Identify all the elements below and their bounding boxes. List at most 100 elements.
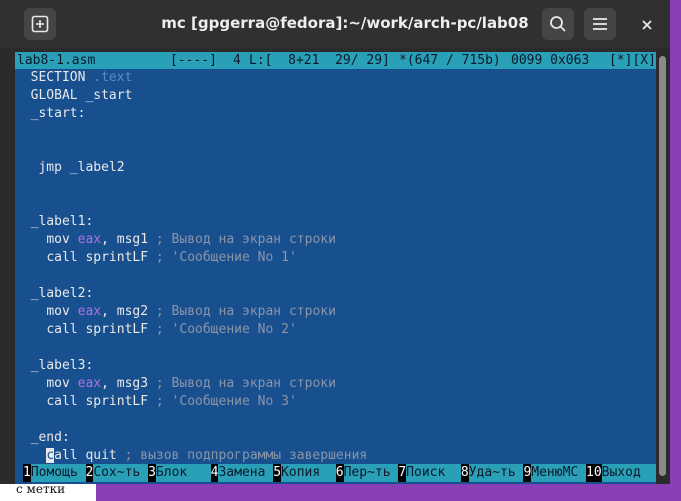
function-key-f6[interactable]: 6 Пер~ть [335,464,399,482]
code-line: _label2: [15,285,94,303]
function-key-number: 7 [398,464,407,482]
function-key-f5[interactable]: 5 Копия [273,464,336,482]
function-key-number: 4 [210,464,219,482]
editor-flags: [*][X] [609,53,656,68]
code-comment: ; 'Сообщение No 1' [155,250,297,265]
mc-editor[interactable]: lab8-1.asm [----] 4 L:[ 8+21 29/ 29] *(6… [15,52,656,484]
editor-mode: [----] [170,53,217,68]
function-key-f7[interactable]: 7 Поиск [398,464,461,482]
editor-line-info: L:[ 8+21 29/ 29] [249,53,390,68]
code-line: call sprintLF ; 'Сообщение No 1' [15,249,297,267]
function-key-f1[interactable]: 1 Помощь [23,464,86,482]
function-key-f4[interactable]: 4 Замена [210,464,274,482]
code-token: call sprintLF [46,394,156,409]
code-comment: ; Вывод на экран строки [155,304,336,319]
function-key-label: Поиск [406,464,461,482]
function-key-f2[interactable]: 2 Сох~ть [85,464,149,482]
code-line: _label3: [15,357,94,375]
code-comment: ; Вывод на экран строки [155,232,336,247]
text-cursor: c [46,448,55,463]
editor-column: 4 [233,53,241,68]
code-line: GLOBAL _start [15,87,133,105]
function-key-label: Уда~ть [468,464,524,482]
code-line: _label1: [15,213,94,231]
function-key-f10[interactable]: 10 Выход [586,464,656,482]
code-comment: ; 'Сообщение No 3' [155,394,297,409]
code-token: call sprintLF [46,250,156,265]
desktop-background [96,484,681,501]
scrollbar-thumb[interactable] [659,56,666,476]
code-token: _label2: [30,286,94,301]
function-key-label: Пер~ть [343,464,399,482]
code-token: _end: [30,430,70,445]
function-key-number: 9 [523,464,532,482]
code-token: GLOBAL _start [30,88,133,103]
search-button[interactable] [542,8,574,40]
function-key-number: 10 [586,464,602,482]
function-key-f8[interactable]: 8 Уда~ть [460,464,524,482]
function-key-f9[interactable]: 9 МенюMC [523,464,587,482]
function-key-number: 3 [148,464,156,482]
function-key-number: 2 [85,464,94,482]
close-button[interactable] [638,16,656,34]
code-line: call sprintLF ; 'Сообщение No 3' [15,393,297,411]
code-token: mov [46,232,78,247]
menu-button[interactable] [584,8,616,40]
function-key-number: 5 [273,464,282,482]
code-line: jmp _label2 [15,159,125,177]
code-line: mov eax, msg2 ; Вывод на экран строки [15,303,336,321]
function-key-label: Копия [281,464,336,482]
code-keyword: eax [77,376,102,391]
new-tab-icon [31,15,49,33]
code-token: SECTION [30,70,94,85]
code-comment: ; Вывод на экран строки [155,376,336,391]
editor-status-line: lab8-1.asm [----] 4 L:[ 8+21 29/ 29] *(6… [15,52,656,69]
terminal-window: mc [gpgerra@fedora]:~/work/arch-pc/lab08… [0,0,670,484]
title-bar: mc [gpgerra@fedora]:~/work/arch-pc/lab08 [0,0,670,48]
function-key-f3[interactable]: 3 Блок [148,464,211,482]
close-icon [642,20,652,30]
window-title: mc [gpgerra@fedora]:~/work/arch-pc/lab08 [161,14,529,32]
scrollbar[interactable] [656,52,670,484]
code-line: _end: [15,429,70,447]
code-line: call quit ; вызов подпрограммы завершени… [15,447,367,465]
code-token: , msg1 [101,232,156,247]
code-token: jmp _label2 [38,160,125,175]
code-token: mov [46,376,78,391]
function-key-label: Замена [218,464,274,482]
code-token: all quit [54,448,125,463]
function-key-label: Выход [601,464,656,482]
hamburger-menu-icon [593,18,607,30]
code-comment: ; 'Сообщение No 2' [155,322,297,337]
function-key-bar: 1 Помощь 2 Сох~ть 3 Блок 4 Замена 5 Копия 6 Пер~ть 7… [15,464,656,482]
function-key-label: Блок [155,464,211,482]
function-key-number: 6 [335,464,344,482]
code-line: call sprintLF ; 'Сообщение No 2' [15,321,297,339]
function-key-label: Помощь [30,464,86,482]
code-token: call sprintLF [46,322,156,337]
code-line: SECTION .text [15,69,133,87]
function-key-number: 1 [23,464,31,482]
code-token: , msg3 [101,376,156,391]
code-keyword: eax [77,232,102,247]
function-key-number: 8 [460,464,469,482]
code-token: _label3: [30,358,94,373]
code-line: _start: [15,105,86,123]
new-tab-button[interactable] [24,8,56,40]
search-icon [550,16,566,32]
function-key-label: МенюMC [531,464,587,482]
code-token: mov [46,304,78,319]
